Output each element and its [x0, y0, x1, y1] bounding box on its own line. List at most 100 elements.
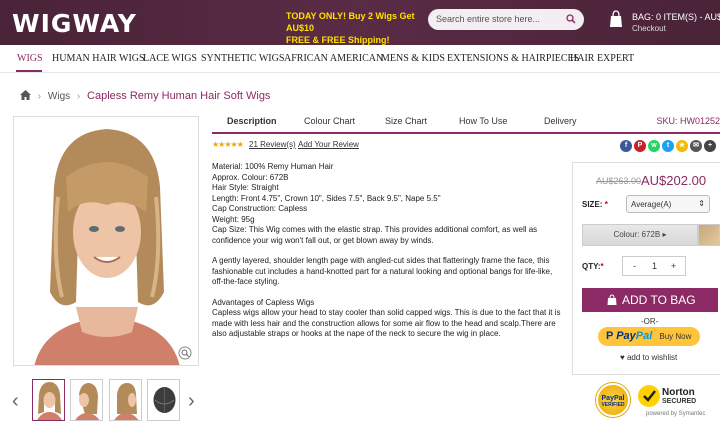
tab-description[interactable]: Description	[227, 116, 277, 126]
spec-material: Material: 100% Remy Human Hair	[212, 162, 334, 171]
breadcrumb-separator: ›	[76, 91, 81, 102]
search-icon[interactable]	[566, 14, 576, 24]
home-icon[interactable]	[20, 90, 31, 100]
colour-label: Colour: 672B	[613, 230, 661, 239]
norton-title: Norton	[662, 387, 695, 398]
promo-banner[interactable]: TODAY ONLY! Buy 2 Wigs Get AU$10 FREE & …	[286, 10, 428, 46]
buy-now-label: Buy Now	[659, 332, 692, 341]
product-sku: SKU: HW01252	[656, 116, 720, 126]
size-label: SIZE: *	[582, 200, 608, 209]
thumbnail-image	[114, 383, 139, 420]
search-placeholder: Search entire store here...	[436, 14, 541, 24]
wishlist-label: add to wishlist	[626, 353, 678, 362]
add-to-bag-button[interactable]: ADD TO BAG	[582, 288, 718, 312]
size-selected-value: Average(A)	[631, 200, 672, 209]
tab-colour-chart[interactable]: Colour Chart	[304, 116, 355, 126]
required-mark: *	[600, 262, 604, 271]
review-count-link[interactable]: 21 Review(s)	[249, 140, 296, 149]
zoom-icon[interactable]	[178, 346, 192, 360]
breadcrumb-separator: ›	[37, 91, 42, 102]
site-logo[interactable]: WIGWAY	[12, 9, 137, 38]
tab-size-chart[interactable]: Size Chart	[385, 116, 427, 126]
paypal-buy-now-button[interactable]: P PayPal Buy Now	[598, 327, 700, 346]
old-price: AU$263.00	[596, 176, 642, 186]
product-main-image[interactable]	[13, 116, 199, 366]
colour-swatch[interactable]	[698, 224, 720, 246]
thumbnail-image	[153, 387, 176, 413]
whatsapp-icon[interactable]: w	[648, 140, 660, 152]
wishlist-link[interactable]: ♥ add to wishlist	[620, 353, 677, 362]
select-arrows-icon: ⇕	[698, 199, 705, 208]
qty-increase-button[interactable]: +	[671, 261, 676, 271]
spec-cap-size: Cap Size: This Wig comes with the elasti…	[212, 225, 538, 245]
nav-item-extensions-hairpieces[interactable]: EXTENSIONS & HAIRPIECES	[447, 53, 579, 64]
tab-how-to-use[interactable]: How To Use	[459, 116, 507, 126]
tab-delivery[interactable]: Delivery	[544, 116, 577, 126]
twitter-icon[interactable]: t	[662, 140, 674, 152]
paypal-badge-sub: VERIFIED	[601, 402, 625, 408]
bag-count: BAG: 0 ITEM(S) - AU$0	[632, 12, 720, 22]
nav-item-mens-kids[interactable]: MENS & KIDS	[381, 53, 445, 64]
norton-secured-badge[interactable]: Norton SECURED powered by Symantec	[638, 385, 720, 419]
checkmark-icon	[638, 385, 660, 407]
paypal-icon: P	[606, 330, 614, 342]
thumbnail-4[interactable]	[147, 379, 180, 421]
spec-colour: Approx. Colour: 672B	[212, 172, 289, 182]
bag-summary[interactable]: BAG: 0 ITEM(S) - AU$0 Checkout	[632, 11, 720, 35]
spec-hair-style: Hair Style: Straight	[212, 183, 279, 192]
nav-item-wigs[interactable]: WIGS	[17, 53, 43, 64]
bag-icon	[607, 294, 617, 305]
nav-item-human-hair-wigs[interactable]: HUMAN HAIR WIGS	[52, 53, 145, 64]
product-tabs: Description Colour Chart Size Chart How …	[212, 110, 720, 134]
top-header: WIGWAY TODAY ONLY! Buy 2 Wigs Get AU$10 …	[0, 0, 720, 45]
paypal-badge-text: PayPal	[601, 395, 625, 402]
email-icon[interactable]: ✉	[690, 140, 702, 152]
heart-icon: ♥	[620, 353, 625, 362]
breadcrumb-current: Capless Remy Human Hair Soft Wigs	[87, 90, 271, 102]
norton-powered-by: powered by Symantec	[646, 411, 706, 417]
nav-active-indicator	[16, 70, 42, 72]
qty-input[interactable]: 1	[652, 261, 657, 271]
paypal-verified-badge[interactable]: PayPal VERIFIED	[596, 383, 630, 417]
norton-secured-label: SECURED	[662, 398, 697, 405]
spec-list: Material: 100% Remy Human Hair Approx. C…	[212, 162, 564, 246]
add-review-link[interactable]: Add Your Review	[298, 140, 359, 149]
nav-item-african-american[interactable]: AFRICAN AMERICAN	[284, 53, 383, 64]
caret-right-icon: ▸	[662, 230, 667, 239]
qty-decrease-button[interactable]: -	[633, 261, 636, 271]
breadcrumb-item-wigs[interactable]: Wigs	[48, 91, 70, 102]
description-paragraph: A gently layered, shoulder length page w…	[212, 256, 553, 286]
shopping-bag-icon[interactable]	[606, 9, 626, 29]
thumbnail-prev-arrow[interactable]: ‹	[12, 390, 19, 413]
nav-item-synthetic-wigs[interactable]: SYNTHETIC WIGS	[201, 53, 284, 64]
colour-selector[interactable]: Colour: 672B ▸	[582, 224, 698, 246]
share-icon[interactable]: +	[704, 140, 716, 152]
thumbnail-3[interactable]	[109, 379, 142, 421]
current-price: AU$202.00	[641, 173, 707, 188]
breadcrumb: › Wigs › Capless Remy Human Hair Soft Wi…	[20, 90, 270, 102]
thumbnail-1[interactable]	[32, 379, 65, 421]
or-divider: -OR-	[641, 317, 659, 326]
add-to-bag-label: ADD TO BAG	[622, 293, 696, 307]
product-description: Material: 100% Remy Human Hair Approx. C…	[212, 162, 564, 340]
size-label-text: SIZE:	[582, 200, 603, 209]
pinterest-icon[interactable]: P	[634, 140, 646, 152]
qty-label-text: QTY:	[582, 262, 601, 271]
qty-label: QTY:*	[582, 262, 604, 271]
size-select[interactable]: Average(A) ⇕	[626, 195, 710, 213]
checkout-link[interactable]: Checkout	[632, 23, 720, 35]
paypal-word-1: Pay	[616, 330, 636, 342]
thumbnail-image	[75, 383, 100, 420]
thumbnail-image	[37, 382, 62, 420]
spec-cap-construction: Cap Construction: Capless	[212, 204, 308, 213]
thumbnail-2[interactable]	[70, 379, 103, 421]
search-input[interactable]: Search entire store here...	[428, 9, 584, 30]
required-mark: *	[604, 200, 608, 209]
facebook-icon[interactable]: f	[620, 140, 632, 152]
rating-stars: ★★★★★	[212, 140, 244, 149]
quantity-stepper: - 1 +	[622, 256, 686, 276]
star-icon[interactable]: ★	[676, 140, 688, 152]
thumbnail-next-arrow[interactable]: ›	[188, 390, 195, 413]
nav-item-hair-expert[interactable]: HAIR EXPERT	[570, 53, 634, 64]
nav-item-lace-wigs[interactable]: LACE WIGS	[143, 53, 197, 64]
